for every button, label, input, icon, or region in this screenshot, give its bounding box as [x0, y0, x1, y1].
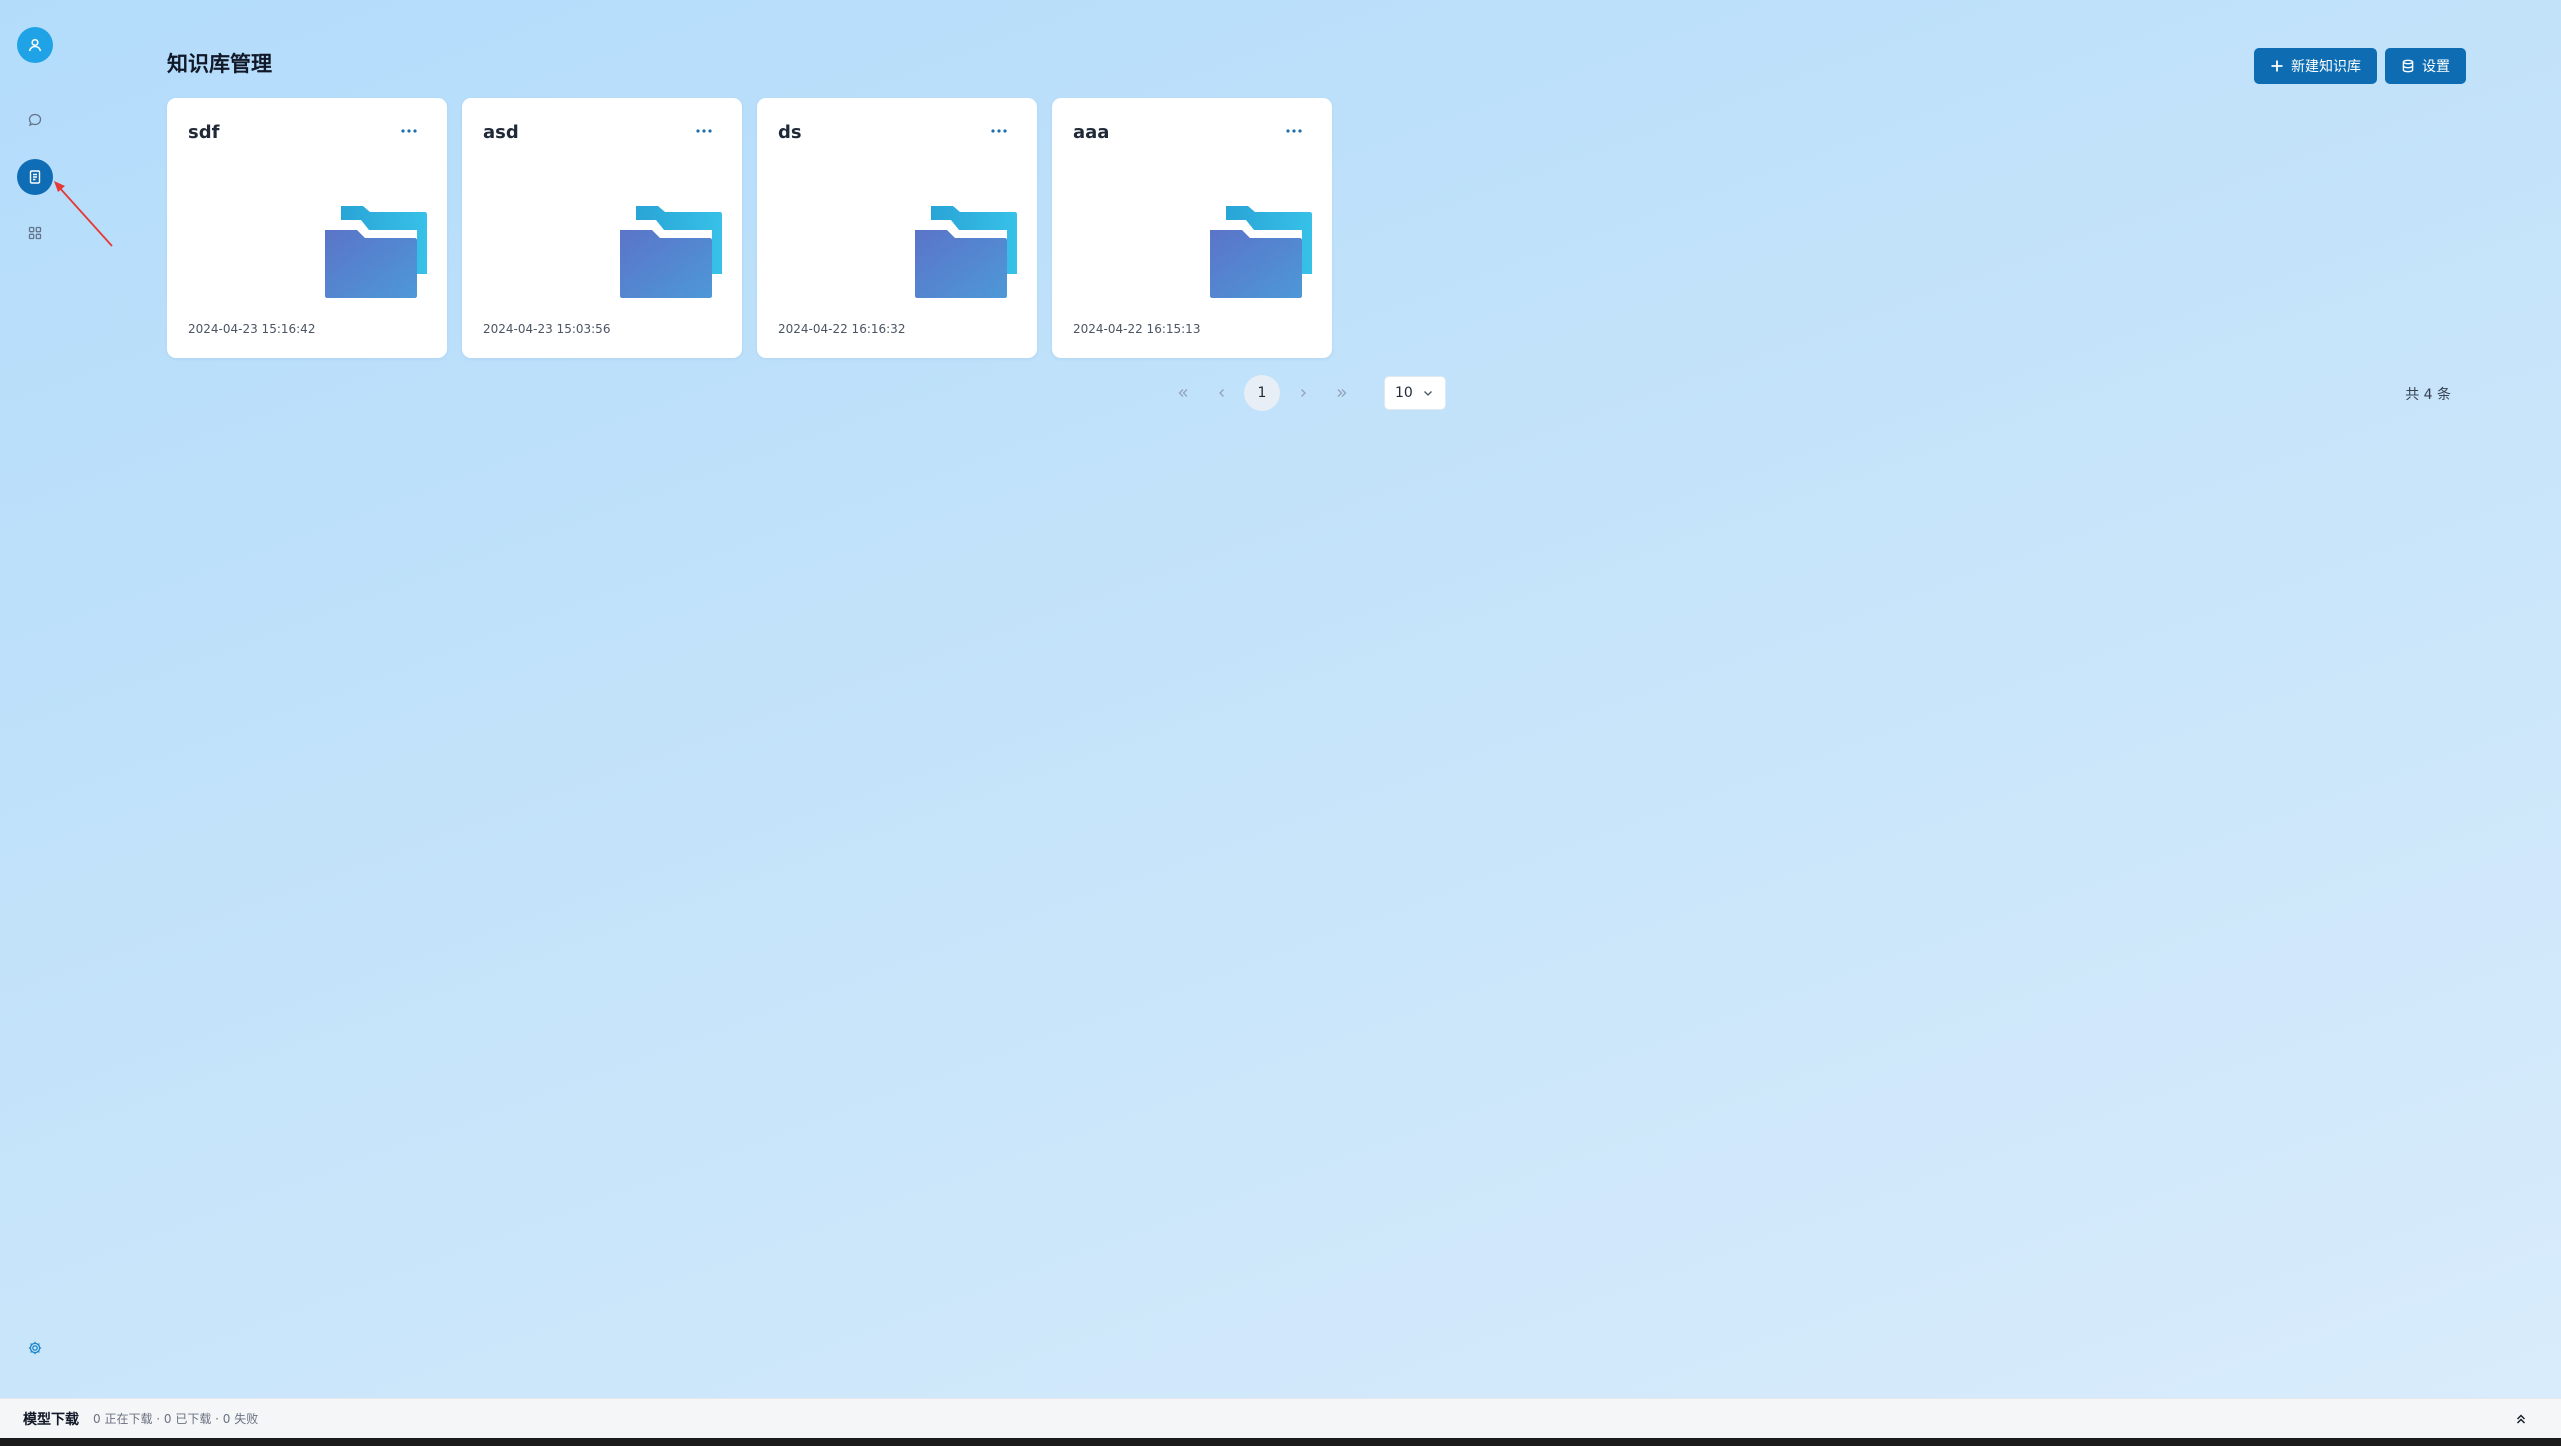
sidebar-item-knowledge-base[interactable] [17, 159, 53, 195]
card-more-button[interactable] [690, 120, 718, 142]
next-page-button[interactable] [1286, 375, 1319, 411]
total-count: 共 4 条 [2405, 387, 2451, 403]
new-knowledge-base-label: 新建知识库 [2291, 59, 2361, 75]
double-chevron-up-icon [2517, 1414, 2525, 1424]
sidebar-settings-button[interactable] [17, 1330, 53, 1366]
page-size-value: 10 [1395, 385, 1413, 401]
download-status: 0 正在下载 · 0 已下载 · 0 失败 [93, 1412, 259, 1426]
card-created-date: 2024-04-22 16:16:32 [778, 322, 906, 336]
folder-icon [620, 206, 722, 298]
chevron-left-icon [1218, 389, 1224, 397]
model-download-bar[interactable]: 模型下载 0 正在下载 · 0 已下载 · 0 失败 [0, 1398, 2561, 1438]
last-page-button[interactable] [1325, 375, 1358, 411]
gear-icon [28, 1341, 42, 1355]
folder-icon [1210, 206, 1312, 298]
chevron-down-icon [1424, 391, 1432, 396]
card-name: aaa [1073, 122, 1110, 143]
double-chevron-right-icon [1337, 389, 1346, 397]
knowledge-base-card[interactable]: asd 2024-04-23 15:03:56 [462, 98, 742, 358]
card-name: sdf [188, 122, 220, 143]
first-page-button[interactable] [1166, 375, 1199, 411]
more-horizontal-icon [991, 129, 1007, 133]
card-more-button[interactable] [1280, 120, 1308, 142]
chevron-right-icon [1300, 389, 1306, 397]
card-more-button[interactable] [395, 120, 423, 142]
sidebar-item-chat[interactable] [17, 102, 53, 138]
window-bottom-edge [0, 1438, 2561, 1446]
knowledge-base-card[interactable]: aaa 2024-04-22 16:15:13 [1052, 98, 1332, 358]
card-created-date: 2024-04-23 15:03:56 [483, 322, 611, 336]
card-created-date: 2024-04-22 16:15:13 [1073, 322, 1201, 336]
more-horizontal-icon [696, 129, 712, 133]
sidebar [0, 0, 70, 1398]
document-icon [29, 170, 41, 184]
user-icon [28, 38, 42, 52]
settings-button[interactable]: 设置 [2385, 48, 2466, 84]
chat-bubble-icon [28, 113, 42, 127]
card-more-button[interactable] [985, 120, 1013, 142]
card-name: ds [778, 122, 802, 143]
folder-icon [915, 206, 1017, 298]
more-horizontal-icon [401, 129, 417, 133]
pagination: 1 10 [1166, 375, 1446, 411]
knowledge-base-card[interactable]: ds 2024-04-22 16:16:32 [757, 98, 1037, 358]
page-title: 知识库管理 [167, 52, 272, 76]
download-bar-title: 模型下载 [23, 1411, 79, 1428]
database-icon [2402, 59, 2414, 73]
new-knowledge-base-button[interactable]: 新建知识库 [2254, 48, 2377, 84]
more-horizontal-icon [1286, 129, 1302, 133]
knowledge-base-grid: sdf 2024-04-23 15:16:42 asd 2024-04-23 1… [167, 98, 1332, 358]
user-avatar-button[interactable] [17, 27, 53, 63]
header-actions: 新建知识库 设置 [2254, 48, 2466, 84]
card-created-date: 2024-04-23 15:16:42 [188, 322, 316, 336]
card-name: asd [483, 122, 519, 143]
folder-icon [325, 206, 427, 298]
page-size-select[interactable]: 10 [1384, 376, 1446, 410]
sidebar-item-apps[interactable] [17, 215, 53, 251]
knowledge-base-card[interactable]: sdf 2024-04-23 15:16:42 [167, 98, 447, 358]
prev-page-button[interactable] [1205, 375, 1238, 411]
expand-download-bar-button[interactable] [2511, 1409, 2531, 1429]
settings-button-label: 设置 [2422, 59, 2450, 75]
plus-icon [2271, 60, 2283, 72]
double-chevron-left-icon [1178, 389, 1187, 397]
page-number-current[interactable]: 1 [1244, 375, 1280, 411]
grid-icon [28, 226, 42, 240]
